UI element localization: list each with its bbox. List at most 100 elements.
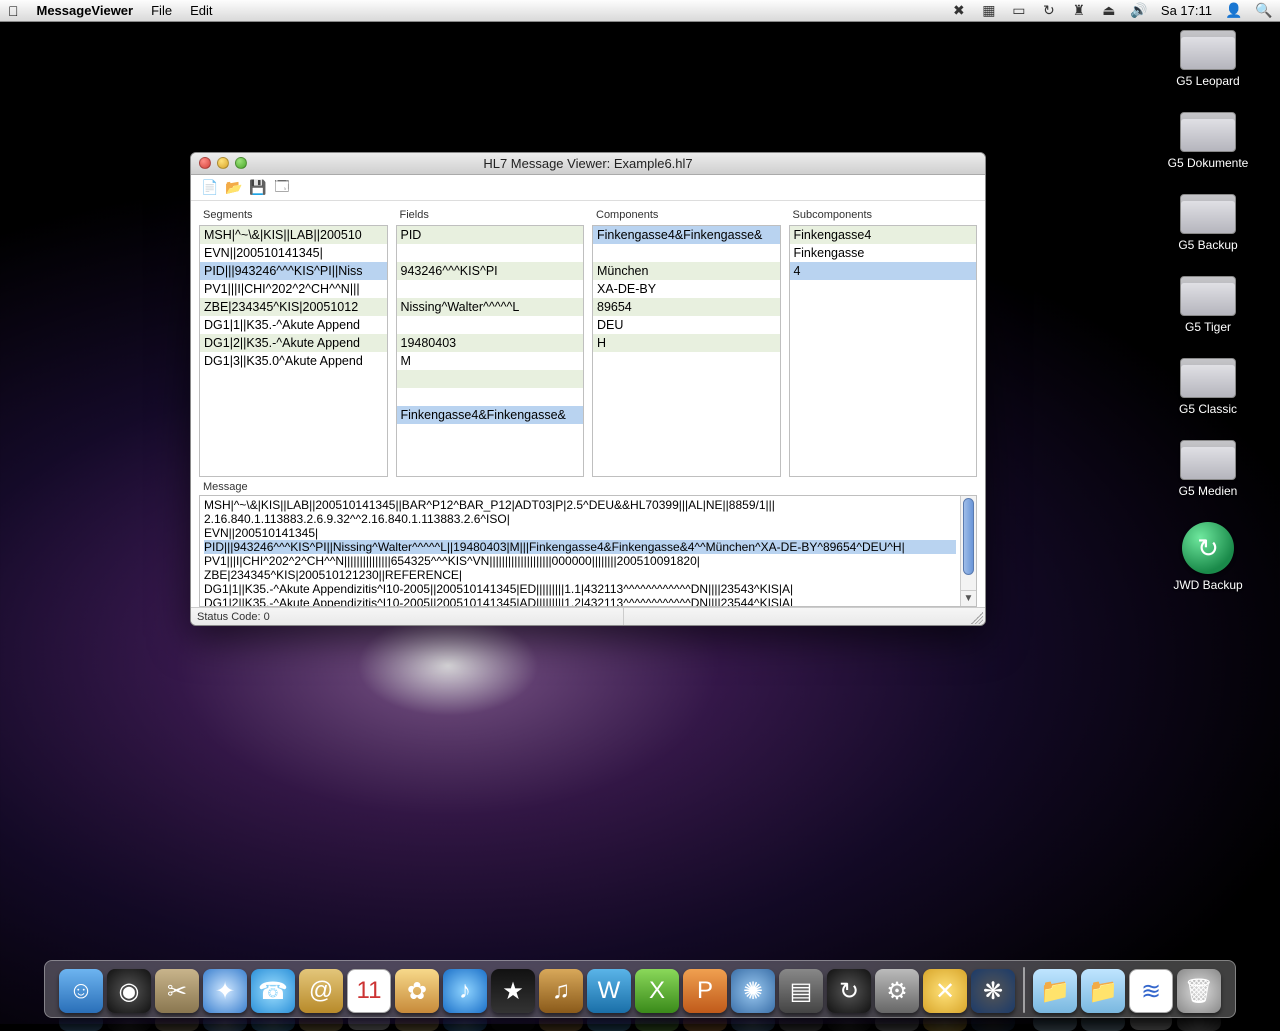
menu-file[interactable]: File	[151, 3, 172, 18]
dock-app-a[interactable]: ✺	[731, 969, 775, 1013]
components-list[interactable]: Finkengasse4&Finkengasse&MünchenXA-DE-BY…	[592, 225, 781, 477]
list-item[interactable]: 943246^^^KIS^PI	[397, 262, 584, 280]
dock-grab[interactable]: ✂	[155, 969, 199, 1013]
message-line[interactable]: 2.16.840.1.113883.2.6.9.32^^2.16.840.1.1…	[204, 512, 956, 526]
dock-itunes[interactable]: ♪	[443, 969, 487, 1013]
dock-folder-a[interactable]: 📁	[1033, 969, 1077, 1013]
scroll-down-icon[interactable]: ▼	[961, 590, 976, 606]
dock-timemachine[interactable]: ↻	[827, 969, 871, 1013]
list-item[interactable]	[397, 316, 584, 334]
eject-icon[interactable]: ⏏	[1101, 3, 1117, 19]
dock-excel[interactable]: X	[635, 969, 679, 1013]
list-item[interactable]: M	[397, 352, 584, 370]
message-line[interactable]: DG1|2||K35.-^Akute Appendizitis^I10-2005…	[204, 596, 956, 606]
list-item[interactable]: H	[593, 334, 780, 352]
dock-trash[interactable]: 🗑	[1177, 969, 1221, 1013]
dock-word[interactable]: W	[587, 969, 631, 1013]
desktop-volume[interactable]: G5 Medien	[1148, 440, 1268, 498]
dock-garageband[interactable]: ♫	[539, 969, 583, 1013]
message-line[interactable]: ZBE|234345^KIS|200510121230||REFERENCE|	[204, 568, 956, 582]
menu-edit[interactable]: Edit	[190, 3, 212, 18]
user-icon[interactable]: 👤	[1226, 3, 1242, 19]
list-item[interactable]: DG1|3||K35.0^Akute Append	[200, 352, 387, 370]
list-item[interactable]: DG1|2||K35.-^Akute Append	[200, 334, 387, 352]
list-item[interactable]: PV1|||I|CHI^202^2^CH^^N|||	[200, 280, 387, 298]
segments-list[interactable]: MSH|^~\&|KIS||LAB||200510EVN||2005101413…	[199, 225, 388, 477]
desktop-volume[interactable]: G5 Tiger	[1148, 276, 1268, 334]
fields-list[interactable]: PID 943246^^^KIS^PI Nissing^Walter^^^^^L 19…	[396, 225, 585, 477]
list-item[interactable]: DG1|1||K35.-^Akute Append	[200, 316, 387, 334]
message-line[interactable]: EVN||200510141345|	[204, 526, 956, 540]
dock-iphoto[interactable]: ✿	[395, 969, 439, 1013]
dock-ichat[interactable]: ☎	[251, 969, 295, 1013]
spotlight-icon[interactable]: 🔍	[1256, 3, 1272, 19]
apple-menu[interactable]: 	[8, 3, 19, 19]
message-line[interactable]: PID|||943246^^^KIS^PI||Nissing^Walter^^^…	[204, 540, 956, 554]
list-item[interactable]	[397, 244, 584, 262]
message-line[interactable]: DG1|1||K35.-^Akute Appendizitis^I10-2005…	[204, 582, 956, 596]
resize-handle[interactable]	[971, 612, 983, 624]
open-icon[interactable]: 📂	[225, 179, 243, 197]
close-button[interactable]	[199, 157, 211, 169]
app-menu[interactable]: MessageViewer	[37, 3, 134, 18]
dock-app-b[interactable]: ▤	[779, 969, 823, 1013]
list-item[interactable]: 4	[790, 262, 977, 280]
dock-mail[interactable]: @	[299, 969, 343, 1013]
desktop-volume[interactable]: ↻JWD Backup	[1148, 522, 1268, 592]
zoom-button[interactable]	[235, 157, 247, 169]
list-item[interactable]: München	[593, 262, 780, 280]
list-item[interactable]: MSH|^~\&|KIS||LAB||200510	[200, 226, 387, 244]
list-item[interactable]: PID|||943246^^^KIS^PI||Niss	[200, 262, 387, 280]
dock-sysprefs[interactable]: ⚙	[875, 969, 919, 1013]
dock-dashboard[interactable]: ◉	[107, 969, 151, 1013]
desktop-volume[interactable]: G5 Backup	[1148, 194, 1268, 252]
list-item[interactable]	[397, 388, 584, 406]
list-item[interactable]	[593, 244, 780, 262]
menuextra-icon[interactable]: ✖	[951, 3, 967, 19]
message-textarea[interactable]: MSH|^~\&|KIS||LAB||200510141345||BAR^P12…	[199, 495, 977, 607]
message-line[interactable]: PV1|||I|CHI^202^2^CH^^N|||||||||||||||65…	[204, 554, 956, 568]
dock-safari[interactable]: ✦	[203, 969, 247, 1013]
list-item[interactable]: Nissing^Walter^^^^^L	[397, 298, 584, 316]
menubar-clock[interactable]: Sa 17:11	[1161, 3, 1212, 18]
list-item[interactable]: EVN||200510141345|	[200, 244, 387, 262]
menuextra-icon[interactable]: ▦	[981, 3, 997, 19]
list-item[interactable]: DEU	[593, 316, 780, 334]
dock-powerpoint[interactable]: P	[683, 969, 727, 1013]
dock-ical[interactable]: 11	[347, 969, 391, 1013]
scrollbar[interactable]: ▼	[960, 496, 976, 606]
list-item[interactable]	[397, 280, 584, 298]
desktop-volume[interactable]: G5 Classic	[1148, 358, 1268, 416]
minimize-button[interactable]	[217, 157, 229, 169]
list-item[interactable]: Finkengasse	[790, 244, 977, 262]
dock-app-d[interactable]: ❋	[971, 969, 1015, 1013]
dock: ☺◉✂✦☎@11✿♪★♫WXP✺▤↻⚙✕❋📁📁≋🗑	[44, 960, 1236, 1018]
titlebar[interactable]: HL7 Message Viewer: Example6.hl7	[191, 153, 985, 175]
list-item[interactable]: ZBE|234345^KIS|20051012	[200, 298, 387, 316]
list-item[interactable]: 19480403	[397, 334, 584, 352]
save-icon[interactable]: 💾	[249, 179, 267, 197]
desktop-volume[interactable]: G5 Leopard	[1148, 30, 1268, 88]
list-item[interactable]: Finkengasse4&Finkengasse&	[397, 406, 584, 424]
message-line[interactable]: MSH|^~\&|KIS||LAB||200510141345||BAR^P12…	[204, 498, 956, 512]
tool-icon[interactable]: 🗔	[273, 179, 291, 197]
list-item[interactable]: Finkengasse4&Finkengasse&	[593, 226, 780, 244]
displays-icon[interactable]: ▭	[1011, 3, 1027, 19]
list-item[interactable]: 89654	[593, 298, 780, 316]
list-item[interactable]: Finkengasse4	[790, 226, 977, 244]
dock-doc[interactable]: ≋	[1129, 969, 1173, 1013]
subcomponents-list[interactable]: Finkengasse4Finkengasse4	[789, 225, 978, 477]
dock-app-c[interactable]: ✕	[923, 969, 967, 1013]
dock-finder[interactable]: ☺	[59, 969, 103, 1013]
desktop-volume[interactable]: G5 Dokumente	[1148, 112, 1268, 170]
menuextra-icon[interactable]: ♜	[1071, 3, 1087, 19]
dock-imovie[interactable]: ★	[491, 969, 535, 1013]
scroll-thumb[interactable]	[963, 498, 974, 575]
volume-icon[interactable]: 🔊	[1131, 3, 1147, 19]
dock-folder-b[interactable]: 📁	[1081, 969, 1125, 1013]
new-icon[interactable]: 📄	[201, 179, 219, 197]
list-item[interactable]: XA-DE-BY	[593, 280, 780, 298]
list-item[interactable]	[397, 370, 584, 388]
list-item[interactable]: PID	[397, 226, 584, 244]
timemachine-icon[interactable]: ↻	[1041, 3, 1057, 19]
